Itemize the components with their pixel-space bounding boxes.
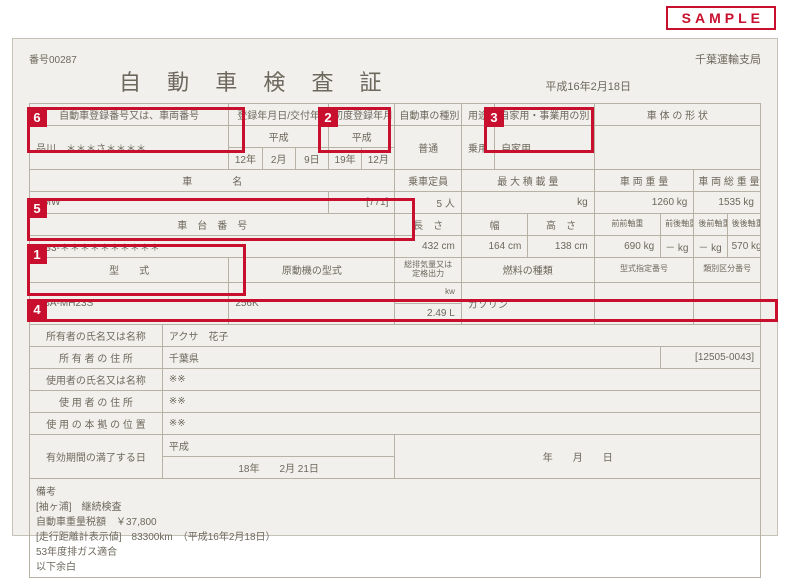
- val-car-code: [771]: [328, 192, 394, 214]
- hdr-gross-weight: 車 両 総 重 量: [694, 170, 761, 192]
- val-base-loc: ※※: [162, 412, 760, 434]
- hdr-first-reg: 初度登録年月: [328, 104, 394, 126]
- val-width: 164 cm: [461, 236, 527, 258]
- document-title: 自 動 車 検 査 証: [119, 65, 392, 97]
- hdr-car-name: 車 名: [30, 170, 395, 192]
- val-fr: － kg: [661, 236, 694, 258]
- hdr-body-shape: 車 体 の 形 状: [594, 104, 760, 126]
- hdr-expiry: 有効期間の満了する日: [30, 434, 163, 478]
- val-first-y: 19年: [328, 148, 361, 170]
- hdr-remarks: 備考: [36, 487, 56, 498]
- hdr-chassis-no: 車 台 番 号: [30, 214, 395, 236]
- issuer: 千葉運輸支局: [695, 51, 761, 67]
- val-owner-addr-code: [12505-0043]: [661, 346, 761, 368]
- val-rr: 570 kg: [727, 236, 760, 258]
- val-purpose: 乗用: [461, 126, 494, 170]
- val-reg-m: 2月: [262, 148, 295, 170]
- val-first-m: 12月: [362, 148, 395, 170]
- val-engine-model: 256K: [229, 282, 395, 324]
- hdr-engine-model: 原動機の型式: [229, 258, 395, 283]
- hdr-owner-addr: 所 有 者 の 住 所: [30, 346, 163, 368]
- hdr-ff: 前前軸重: [594, 214, 660, 236]
- val-remarks: [袖ヶ浦] 継続検査 自動車重量税額 ￥37,800 [走行距離計表示値] 83…: [36, 502, 276, 573]
- hdr-width: 幅: [461, 214, 527, 236]
- hdr-fuel-type: 燃料の種類: [461, 258, 594, 283]
- val-user-addr: ※※: [162, 390, 760, 412]
- hdr-private-biz: 自家用・事業用の別: [495, 104, 595, 126]
- hdr-base-loc: 使 用 の 本 拠 の 位 置: [30, 412, 163, 434]
- hdr-reg-date: 登録年月日/交付年: [229, 104, 329, 126]
- val-ff: 690 kg: [594, 236, 660, 258]
- val-body-shape: [594, 126, 760, 170]
- sample-badge: SAMPLE: [666, 6, 776, 30]
- val-expiry-era: 平成: [162, 434, 395, 456]
- val-owner-addr: 千葉県: [162, 346, 660, 368]
- val-reg-era: 平成: [229, 126, 329, 148]
- val-model: DBA-MH23S: [30, 282, 229, 324]
- certificate-document: 番号00287 千葉運輸支局 自 動 車 検 査 証 平成16年2月18日 自動…: [12, 38, 778, 536]
- val-private-biz: 自家用: [495, 126, 595, 170]
- hdr-rf: 後前軸重: [694, 214, 727, 236]
- serial-number: 番号00287: [29, 51, 77, 66]
- hdr-class-code: 類別区分番号: [694, 258, 761, 283]
- val-height: 138 cm: [528, 236, 594, 258]
- issue-date: 平成16年2月18日: [545, 78, 631, 94]
- hdr-length: 長 さ: [395, 214, 461, 236]
- val-car-name: BMW: [30, 192, 329, 214]
- hdr-rr: 後後軸重: [727, 214, 760, 236]
- val-displacement: 2.49 L: [395, 303, 461, 324]
- val-reg-d: 9日: [295, 148, 328, 170]
- remarks-cell: 備考 [袖ヶ浦] 継続検査 自動車重量税額 ￥37,800 [走行距離計表示値]…: [30, 478, 761, 577]
- hdr-reg-no: 自動車登録番号又は、車両番号: [30, 104, 229, 126]
- val-expiry: 18年 2月 21日: [162, 456, 395, 478]
- hdr-displacement: 総排気量又は 定格出力: [395, 258, 461, 283]
- hdr-vehicle-weight: 車 両 重 量: [594, 170, 694, 192]
- val-class-code: [694, 282, 761, 324]
- hdr-max-load: 最 大 積 載 量: [461, 170, 594, 192]
- hdr-user-name: 使用者の氏名又は名称: [30, 368, 163, 390]
- val-reg-no: 品川 ＊＊＊さ＊＊＊＊: [30, 126, 229, 170]
- val-max-load: kg: [461, 192, 594, 214]
- val-vehicle-weight: 1260 kg: [594, 192, 694, 214]
- val-chassis-no: RG3-＊＊＊＊＊＊＊＊＊＊: [30, 236, 395, 258]
- hdr-user-addr: 使 用 者 の 住 所: [30, 390, 163, 412]
- val-first-era: 平成: [328, 126, 394, 148]
- val-capacity: 5 人: [395, 192, 461, 214]
- hdr-height: 高 さ: [528, 214, 594, 236]
- hdr-capacity: 乗車定員: [395, 170, 461, 192]
- val-rf: － kg: [694, 236, 727, 258]
- certificate-table: 自動車登録番号又は、車両番号 登録年月日/交付年 初度登録年月 自動車の種別 用…: [29, 103, 761, 578]
- hdr-model-code: 型式指定番号: [594, 258, 694, 283]
- hdr-fr: 前後軸重: [661, 214, 694, 236]
- val-user-name: ※※: [162, 368, 760, 390]
- val-model-code: [594, 282, 694, 324]
- val-expiry2: 年 月 日: [395, 434, 761, 478]
- val-disp-unit: kw: [395, 282, 461, 303]
- val-owner-name: アクサ 花子: [162, 324, 760, 346]
- hdr-purpose: 用途: [461, 104, 494, 126]
- val-reg-y: 12年: [229, 148, 262, 170]
- hdr-owner-name: 所有者の氏名又は名称: [30, 324, 163, 346]
- val-length: 432 cm: [395, 236, 461, 258]
- val-vehicle-type: 普通: [395, 126, 461, 170]
- val-gross-weight: 1535 kg: [694, 192, 761, 214]
- val-fuel-type: ガソリン: [461, 282, 594, 324]
- hdr-model: 型 式: [30, 258, 229, 283]
- hdr-vehicle-type: 自動車の種別: [395, 104, 461, 126]
